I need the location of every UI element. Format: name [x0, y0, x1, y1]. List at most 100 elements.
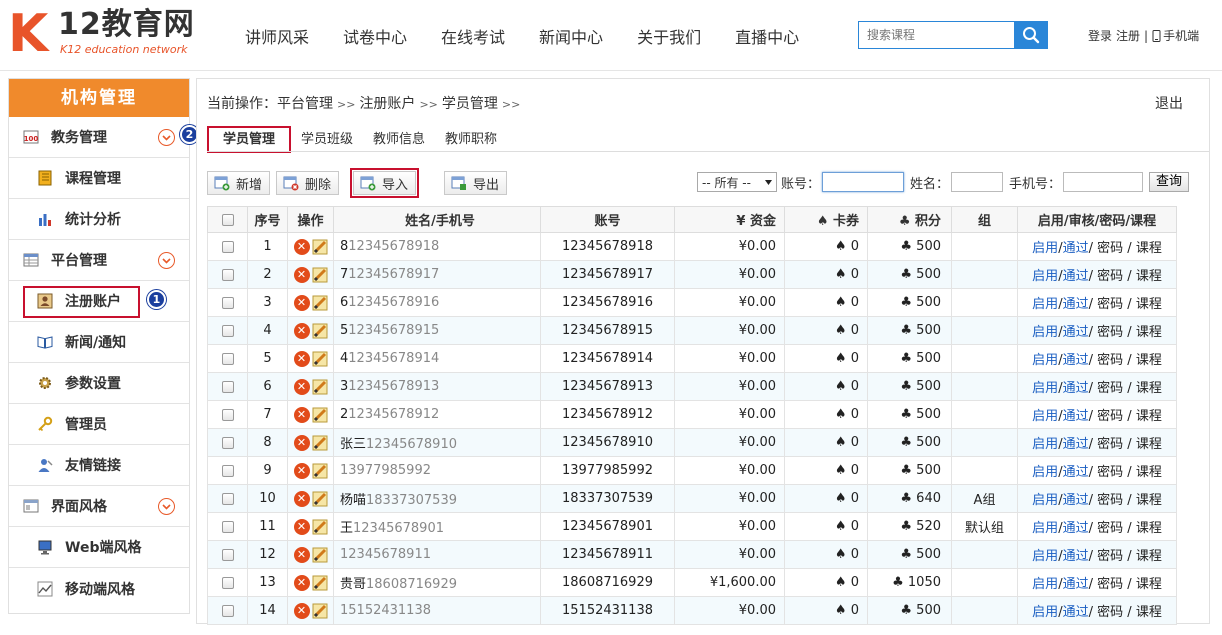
nav-item-exam[interactable]: 在线考试	[441, 24, 505, 48]
edit-pencil-icon[interactable]	[312, 603, 328, 619]
export-button[interactable]: 导出	[444, 171, 508, 195]
course-link[interactable]: 课程	[1136, 549, 1162, 564]
delete-row-icon[interactable]: ✕	[293, 266, 310, 283]
enable-link[interactable]: 启用	[1032, 577, 1058, 592]
row-checkbox[interactable]	[221, 436, 234, 449]
chevron-down-icon[interactable]	[158, 498, 175, 515]
sidebar-item-web-theme[interactable]: Web端风格	[9, 527, 189, 568]
search-input[interactable]	[859, 22, 1014, 48]
password-link[interactable]: 密码	[1097, 521, 1123, 536]
nav-item-teachers[interactable]: 讲师风采	[245, 24, 309, 48]
login-link[interactable]: 登录	[1088, 27, 1112, 44]
course-link[interactable]: 课程	[1136, 353, 1162, 368]
enable-link[interactable]: 启用	[1032, 465, 1058, 480]
edit-pencil-icon[interactable]	[312, 351, 328, 367]
password-link[interactable]: 密码	[1097, 269, 1123, 284]
site-logo[interactable]: K 12教育网 K12 education network	[8, 6, 208, 62]
approve-link[interactable]: 通过	[1063, 549, 1089, 564]
password-link[interactable]: 密码	[1097, 465, 1123, 480]
enable-link[interactable]: 启用	[1032, 521, 1058, 536]
nav-item-about[interactable]: 关于我们	[637, 24, 701, 48]
tab-student-management[interactable]: 学员管理	[207, 126, 292, 153]
approve-link[interactable]: 通过	[1063, 381, 1089, 396]
delete-row-icon[interactable]: ✕	[293, 462, 310, 479]
chevron-down-icon[interactable]	[158, 129, 175, 146]
phone-input[interactable]	[1063, 172, 1144, 192]
sidebar-item-news[interactable]: 新闻/通知	[9, 322, 189, 363]
sidebar-group-platform[interactable]: 平台管理	[9, 240, 189, 281]
enable-link[interactable]: 启用	[1032, 325, 1058, 340]
row-checkbox[interactable]	[221, 380, 234, 393]
approve-link[interactable]: 通过	[1063, 577, 1089, 592]
sidebar-item-settings[interactable]: 参数设置	[9, 363, 189, 404]
breadcrumb-item[interactable]: 注册账户	[359, 96, 415, 112]
sidebar-item-mobile-theme[interactable]: 移动端风格	[9, 568, 189, 609]
search-button[interactable]	[1014, 22, 1047, 48]
enable-link[interactable]: 启用	[1032, 269, 1058, 284]
nav-item-live[interactable]: 直播中心	[735, 24, 799, 48]
name-input[interactable]	[951, 172, 1004, 192]
delete-row-icon[interactable]: ✕	[293, 574, 310, 591]
row-checkbox[interactable]	[221, 548, 234, 561]
import-button[interactable]: 导入	[350, 168, 420, 198]
tab-teacher-info[interactable]: 教师信息	[363, 126, 435, 153]
enable-link[interactable]: 启用	[1032, 381, 1058, 396]
sidebar-item-admin[interactable]: 管理员	[9, 404, 189, 445]
row-checkbox[interactable]	[221, 492, 234, 505]
approve-link[interactable]: 通过	[1063, 437, 1089, 452]
tab-teacher-title[interactable]: 教师职称	[435, 126, 507, 153]
password-link[interactable]: 密码	[1097, 437, 1123, 452]
nav-item-papers[interactable]: 试卷中心	[343, 24, 407, 48]
course-link[interactable]: 课程	[1136, 241, 1162, 256]
enable-link[interactable]: 启用	[1032, 493, 1058, 508]
edit-pencil-icon[interactable]	[312, 379, 328, 395]
tab-student-class[interactable]: 学员班级	[291, 126, 363, 153]
course-link[interactable]: 课程	[1136, 577, 1162, 592]
course-link[interactable]: 课程	[1136, 465, 1162, 480]
edit-pencil-icon[interactable]	[312, 295, 328, 311]
query-button[interactable]: 查询	[1149, 172, 1190, 192]
edit-pencil-icon[interactable]	[312, 435, 328, 451]
password-link[interactable]: 密码	[1097, 241, 1123, 256]
select-all-checkbox[interactable]	[221, 213, 234, 226]
password-link[interactable]: 密码	[1097, 297, 1123, 312]
course-link[interactable]: 课程	[1136, 269, 1162, 284]
edit-pencil-icon[interactable]	[312, 267, 328, 283]
edit-pencil-icon[interactable]	[312, 323, 328, 339]
approve-link[interactable]: 通过	[1063, 605, 1089, 620]
row-checkbox[interactable]	[221, 268, 234, 281]
delete-row-icon[interactable]: ✕	[293, 518, 310, 535]
row-checkbox[interactable]	[221, 576, 234, 589]
nav-item-news[interactable]: 新闻中心	[539, 24, 603, 48]
enable-link[interactable]: 启用	[1032, 409, 1058, 424]
register-link[interactable]: 注册	[1116, 27, 1140, 44]
course-link[interactable]: 课程	[1136, 437, 1162, 452]
approve-link[interactable]: 通过	[1063, 409, 1089, 424]
status-select[interactable]: -- 所有 --	[697, 172, 777, 192]
row-checkbox[interactable]	[221, 520, 234, 533]
password-link[interactable]: 密码	[1097, 353, 1123, 368]
course-link[interactable]: 课程	[1136, 297, 1162, 312]
row-checkbox[interactable]	[221, 352, 234, 365]
sidebar-group-theme[interactable]: 界面风格	[9, 486, 189, 527]
add-button[interactable]: 新增	[207, 171, 271, 195]
delete-button[interactable]: 删除	[276, 171, 340, 195]
row-checkbox[interactable]	[221, 464, 234, 477]
course-link[interactable]: 课程	[1136, 521, 1162, 536]
enable-link[interactable]: 启用	[1032, 353, 1058, 368]
approve-link[interactable]: 通过	[1063, 353, 1089, 368]
delete-row-icon[interactable]: ✕	[293, 238, 310, 255]
course-link[interactable]: 课程	[1136, 605, 1162, 620]
password-link[interactable]: 密码	[1097, 381, 1123, 396]
delete-row-icon[interactable]: ✕	[293, 602, 310, 619]
delete-row-icon[interactable]: ✕	[293, 378, 310, 395]
approve-link[interactable]: 通过	[1063, 521, 1089, 536]
delete-row-icon[interactable]: ✕	[293, 294, 310, 311]
approve-link[interactable]: 通过	[1063, 297, 1089, 312]
account-input[interactable]	[822, 172, 905, 192]
course-link[interactable]: 课程	[1136, 381, 1162, 396]
delete-row-icon[interactable]: ✕	[293, 322, 310, 339]
edit-pencil-icon[interactable]	[312, 575, 328, 591]
delete-row-icon[interactable]: ✕	[293, 406, 310, 423]
enable-link[interactable]: 启用	[1032, 297, 1058, 312]
